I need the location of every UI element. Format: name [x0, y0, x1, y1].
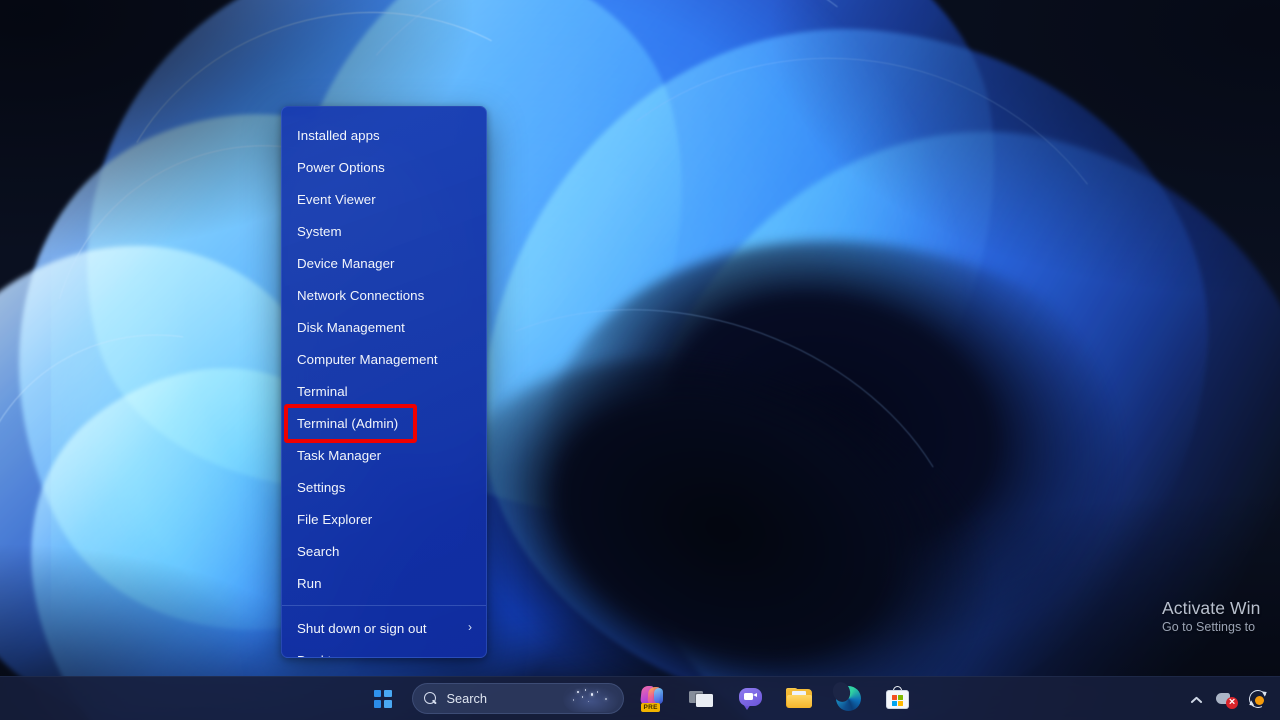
menu-item-file-explorer[interactable]: File Explorer: [282, 503, 486, 535]
chat-icon: [738, 687, 764, 711]
menu-item-power-options[interactable]: Power Options: [282, 151, 486, 183]
menu-item-terminal[interactable]: Terminal: [282, 375, 486, 407]
menu-item-task-manager[interactable]: Task Manager: [282, 439, 486, 471]
network-error-badge: ✕: [1228, 698, 1235, 707]
search-placeholder: Search: [447, 691, 563, 706]
menu-item-shut-down-or-sign-out[interactable]: Shut down or sign out ›: [282, 612, 486, 644]
tray-network-error-button[interactable]: ✕: [1212, 682, 1242, 716]
start-button[interactable]: [363, 681, 403, 717]
menu-item-settings[interactable]: Settings: [282, 471, 486, 503]
menu-item-computer-management[interactable]: Computer Management: [282, 343, 486, 375]
menu-item-label: Settings: [297, 480, 472, 495]
taskbar-center-group: Search PRE: [0, 681, 1280, 717]
taskbar-app-task-view[interactable]: [682, 681, 722, 717]
taskbar-app-office[interactable]: PRE: [633, 681, 673, 717]
menu-item-event-viewer[interactable]: Event Viewer: [282, 183, 486, 215]
menu-item-label: Event Viewer: [297, 192, 472, 207]
menu-item-label: Shut down or sign out: [297, 621, 460, 636]
menu-item-label: Disk Management: [297, 320, 472, 335]
taskbar-app-file-explorer[interactable]: [780, 681, 820, 717]
taskbar[interactable]: Search PRE: [0, 676, 1280, 720]
network-error-icon: ✕: [1216, 690, 1238, 708]
chevron-up-icon: [1190, 692, 1204, 706]
menu-item-label: Terminal (Admin): [297, 416, 472, 431]
office-preview-badge: PRE: [641, 703, 660, 712]
menu-separator: [282, 605, 486, 606]
menu-item-label: Terminal: [297, 384, 472, 399]
edge-icon: [836, 686, 861, 711]
menu-item-label: Device Manager: [297, 256, 472, 271]
menu-item-label: Network Connections: [297, 288, 472, 303]
activation-subtitle: Go to Settings to: [1162, 621, 1280, 635]
file-explorer-icon: [786, 688, 813, 710]
menu-item-run[interactable]: Run: [282, 567, 486, 599]
wallpaper-corner-vignette: [0, 0, 1280, 720]
menu-item-network-connections[interactable]: Network Connections: [282, 279, 486, 311]
taskbar-app-edge[interactable]: [829, 681, 869, 717]
menu-item-label: File Explorer: [297, 512, 472, 527]
windows-logo-icon: [374, 690, 392, 708]
tray-show-hidden-icons-button[interactable]: [1184, 682, 1210, 716]
update-sync-icon: [1248, 689, 1268, 709]
menu-item-label: Installed apps: [297, 128, 472, 143]
menu-item-disk-management[interactable]: Disk Management: [282, 311, 486, 343]
store-icon: [885, 686, 910, 711]
winx-quick-link-menu[interactable]: Installed apps Power Options Event Viewer S…: [281, 106, 487, 658]
activation-title: Activate Win: [1162, 599, 1280, 618]
taskbar-app-chat[interactable]: [731, 681, 771, 717]
system-tray[interactable]: ✕: [1184, 682, 1272, 716]
menu-item-label: Computer Management: [297, 352, 472, 367]
menu-item-terminal-admin[interactable]: Terminal (Admin): [282, 407, 486, 439]
menu-item-label: Search: [297, 544, 472, 559]
menu-item-label: Run: [297, 576, 472, 591]
menu-item-label: Power Options: [297, 160, 472, 175]
task-view-icon: [689, 688, 715, 710]
menu-item-desktop[interactable]: Desktop: [282, 644, 486, 658]
menu-item-label: Task Manager: [297, 448, 472, 463]
menu-item-installed-apps[interactable]: Installed apps: [282, 119, 486, 151]
taskbar-app-microsoft-store[interactable]: [878, 681, 918, 717]
search-icon: [424, 692, 438, 706]
menu-item-label: System: [297, 224, 472, 239]
menu-item-label: Desktop: [297, 653, 472, 659]
tray-windows-update-button[interactable]: [1244, 682, 1272, 716]
desktop-wallpaper[interactable]: [0, 0, 1280, 720]
activation-watermark: Activate Win Go to Settings to: [1162, 599, 1280, 634]
menu-item-system[interactable]: System: [282, 215, 486, 247]
office-icon: PRE: [640, 686, 665, 711]
search-input[interactable]: Search: [412, 683, 624, 714]
menu-item-search[interactable]: Search: [282, 535, 486, 567]
menu-item-device-manager[interactable]: Device Manager: [282, 247, 486, 279]
chevron-right-icon: ›: [468, 621, 472, 633]
sparkle-icon: [563, 685, 619, 712]
